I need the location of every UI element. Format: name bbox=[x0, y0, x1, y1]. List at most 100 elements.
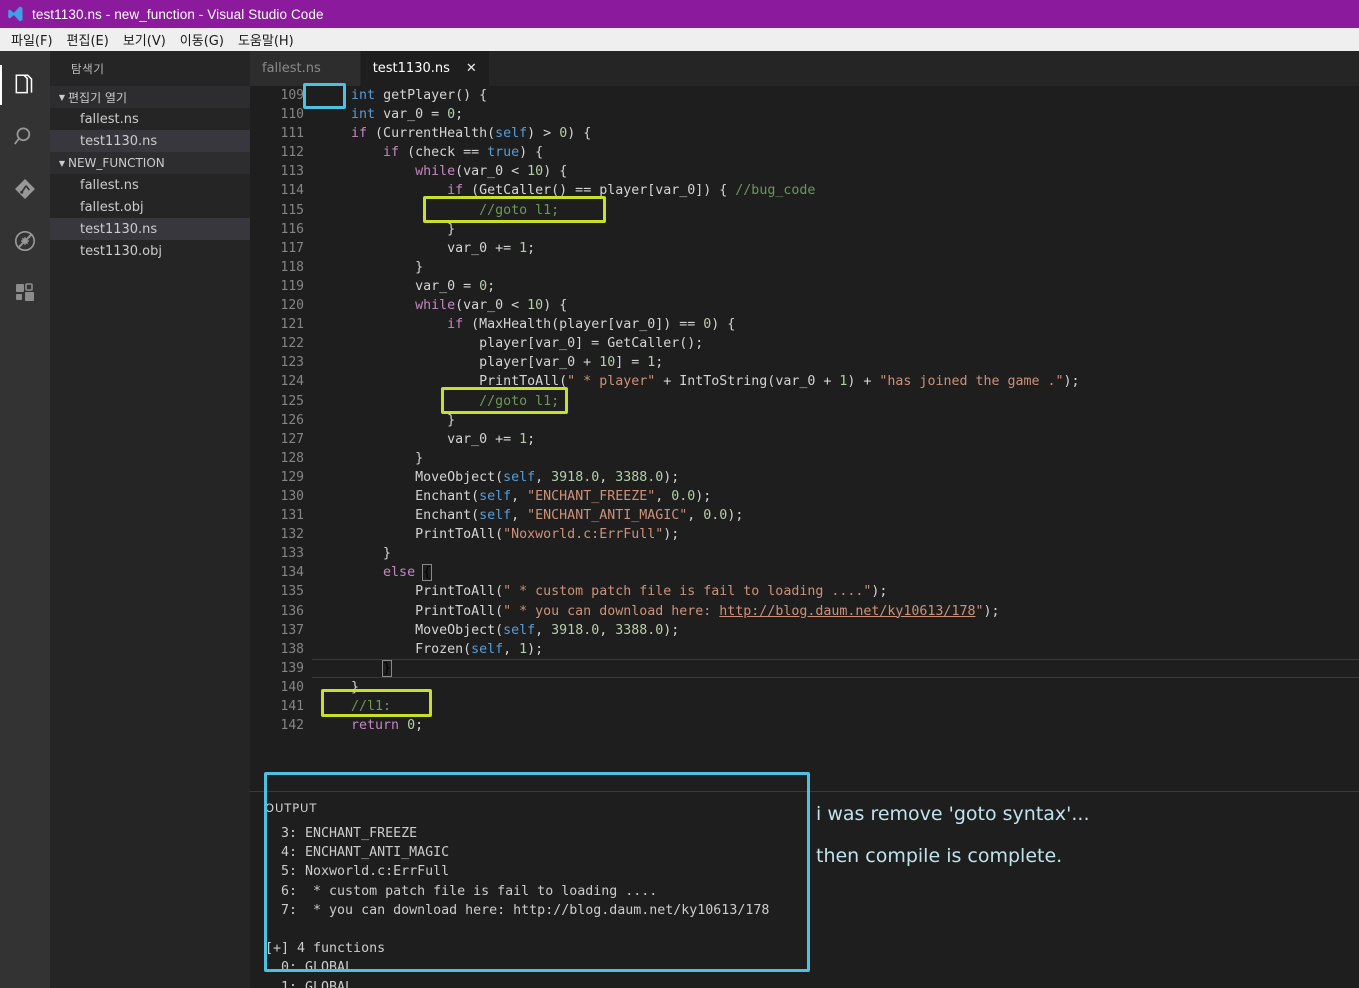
code-line[interactable]: 135 PrintToAll(" * custom patch file is … bbox=[250, 582, 1359, 601]
code-token: PrintToAll( bbox=[319, 527, 504, 543]
code-token: ); bbox=[527, 641, 544, 657]
code-token: ); bbox=[663, 622, 680, 638]
line-number: 137 bbox=[280, 622, 304, 638]
code-line[interactable]: 123 player[var_0 + 10] = 1; bbox=[250, 353, 1359, 372]
code-token: , bbox=[511, 508, 528, 524]
code-line[interactable]: 124 PrintToAll(" * player" + IntToString… bbox=[250, 372, 1359, 391]
menu-help[interactable]: 도움말(H) bbox=[231, 29, 301, 50]
code-token: } bbox=[319, 259, 424, 275]
code-line[interactable]: 115 //goto l1; bbox=[250, 201, 1359, 220]
menu-edit[interactable]: 편집(E) bbox=[60, 29, 116, 50]
code-line[interactable]: 130 Enchant(self, "ENCHANT_FREEZE", 0.0)… bbox=[250, 487, 1359, 506]
code-line[interactable]: 126 } bbox=[250, 411, 1359, 430]
tab-output[interactable]: OUTPUT bbox=[265, 801, 317, 815]
code-line[interactable]: 114 if (GetCaller() == player[var_0]) { … bbox=[250, 181, 1359, 200]
code-line[interactable]: 122 player[var_0] = GetCaller(); bbox=[250, 334, 1359, 353]
code-token: , bbox=[599, 469, 616, 485]
run-debug-icon[interactable] bbox=[0, 215, 50, 267]
code-line[interactable]: 121 if (MaxHealth(player[var_0]) == 0) { bbox=[250, 315, 1359, 334]
line-number: 138 bbox=[280, 641, 304, 657]
code-line[interactable]: 116 } bbox=[250, 220, 1359, 239]
code-token: Frozen( bbox=[319, 641, 472, 657]
code-token: //bug_code bbox=[735, 183, 816, 199]
code-line[interactable]: 111 if (CurrentHealth(self) > 0) { bbox=[250, 124, 1359, 143]
code-line[interactable]: 127 var_0 += 1; bbox=[250, 430, 1359, 449]
code-line[interactable]: 119 var_0 = 0; bbox=[250, 277, 1359, 296]
code-token: { bbox=[422, 564, 433, 582]
code-token: Enchant( bbox=[319, 488, 480, 504]
code-token: int bbox=[351, 88, 376, 103]
code-line[interactable]: 120 while(var_0 < 10) { bbox=[250, 296, 1359, 315]
code-token: " * custom patch file is fail to loading… bbox=[503, 584, 872, 600]
code-editor[interactable]: 109 int getPlayer() {110 int var_0 = 0; 1… bbox=[250, 86, 1359, 791]
source-control-icon[interactable] bbox=[0, 163, 50, 215]
code-line[interactable]: 136 PrintToAll(" * you can download here… bbox=[250, 602, 1359, 621]
code-line[interactable]: 140 } bbox=[250, 678, 1359, 697]
menu-file[interactable]: 파일(F) bbox=[4, 29, 60, 50]
line-number: 128 bbox=[280, 450, 304, 466]
tab-fallest-ns[interactable]: fallest.ns ✕ bbox=[250, 51, 361, 86]
extensions-icon[interactable] bbox=[0, 267, 50, 319]
code-line[interactable]: 133 } bbox=[250, 544, 1359, 563]
code-token: } bbox=[319, 412, 456, 428]
code-token: + IntToString(var_0 + bbox=[655, 374, 840, 390]
code-token: } bbox=[319, 221, 456, 237]
code-line[interactable]: 110 int var_0 = 0; bbox=[250, 105, 1359, 124]
menu-go[interactable]: 이동(G) bbox=[173, 29, 231, 50]
code-token: (var_0 < bbox=[455, 298, 528, 314]
files-explorer-icon[interactable] bbox=[0, 59, 50, 111]
code-token: ); bbox=[727, 508, 744, 524]
close-icon[interactable]: ✕ bbox=[466, 62, 477, 75]
vscode-window: test1130.ns - new_function - Visual Stud… bbox=[0, 0, 1359, 988]
sidebar-item-test1130-ns[interactable]: test1130.ns bbox=[50, 218, 250, 240]
code-token: ; bbox=[527, 240, 536, 256]
code-line[interactable]: 139 } bbox=[250, 658, 1359, 679]
sidebar-section-open-editors[interactable]: ▼ 편집기 열기 bbox=[50, 86, 250, 108]
search-icon[interactable] bbox=[0, 111, 50, 163]
code-line[interactable]: 128 } bbox=[250, 449, 1359, 468]
sidebar-section-new-function[interactable]: ▼ NEW_FUNCTION bbox=[50, 152, 250, 174]
line-number: 136 bbox=[280, 603, 304, 619]
code-line[interactable]: 112 if (check == true) { bbox=[250, 143, 1359, 162]
output-content[interactable]: 3: ENCHANT_FREEZE 4: ENCHANT_ANTI_MAGIC … bbox=[250, 824, 1359, 988]
line-number: 111 bbox=[280, 126, 304, 142]
code-token: " * player" bbox=[567, 374, 656, 390]
sidebar-item-fallest-ns[interactable]: fallest.ns bbox=[50, 174, 250, 196]
code-line[interactable]: 129 MoveObject(self, 3918.0, 3388.0); bbox=[250, 468, 1359, 487]
code-line[interactable]: 141 //l1: bbox=[250, 697, 1359, 716]
code-line[interactable]: 109 int getPlayer() { bbox=[250, 86, 1359, 105]
code-token: else bbox=[383, 565, 416, 581]
panel-header: OUTPUT bbox=[250, 792, 1359, 824]
file-label: test1130.obj bbox=[80, 243, 162, 259]
code-line[interactable]: 142 return 0; bbox=[250, 716, 1359, 735]
code-line[interactable]: 117 var_0 += 1; bbox=[250, 239, 1359, 258]
code-token: 10 bbox=[527, 164, 544, 180]
code-line[interactable]: 125 //goto l1; bbox=[250, 392, 1359, 411]
sidebar-item-test1130-ns-open[interactable]: test1130.ns bbox=[50, 130, 250, 152]
code-line[interactable]: 131 Enchant(self, "ENCHANT_ANTI_MAGIC", … bbox=[250, 506, 1359, 525]
sidebar-item-test1130-obj[interactable]: test1130.obj bbox=[50, 240, 250, 262]
sidebar-item-fallest-ns-open[interactable]: fallest.ns bbox=[50, 108, 250, 130]
code-token: "Noxworld.c:ErrFull" bbox=[503, 527, 664, 543]
tab-label: fallest.ns bbox=[262, 61, 321, 76]
sidebar-item-fallest-obj[interactable]: fallest.obj bbox=[50, 196, 250, 218]
annotation-note-2: then compile is complete. bbox=[816, 845, 1063, 867]
code-line[interactable]: 118 } bbox=[250, 258, 1359, 277]
tab-test1130-ns[interactable]: test1130.ns ✕ bbox=[360, 51, 490, 86]
code-line[interactable]: 134 else { bbox=[250, 563, 1359, 582]
code-token: } bbox=[382, 659, 393, 677]
menu-view[interactable]: 보기(V) bbox=[116, 29, 173, 50]
code-line[interactable]: 137 MoveObject(self, 3918.0, 3388.0); bbox=[250, 621, 1359, 640]
code-line[interactable]: 138 Frozen(self, 1); bbox=[250, 640, 1359, 659]
code-token: ); bbox=[695, 488, 712, 504]
line-number: 122 bbox=[280, 336, 304, 352]
line-number: 131 bbox=[280, 508, 304, 524]
code-line[interactable]: 113 while(var_0 < 10) { bbox=[250, 162, 1359, 181]
code-line[interactable]: 132 PrintToAll("Noxworld.c:ErrFull"); bbox=[250, 525, 1359, 544]
code-token: ) { bbox=[567, 126, 592, 142]
